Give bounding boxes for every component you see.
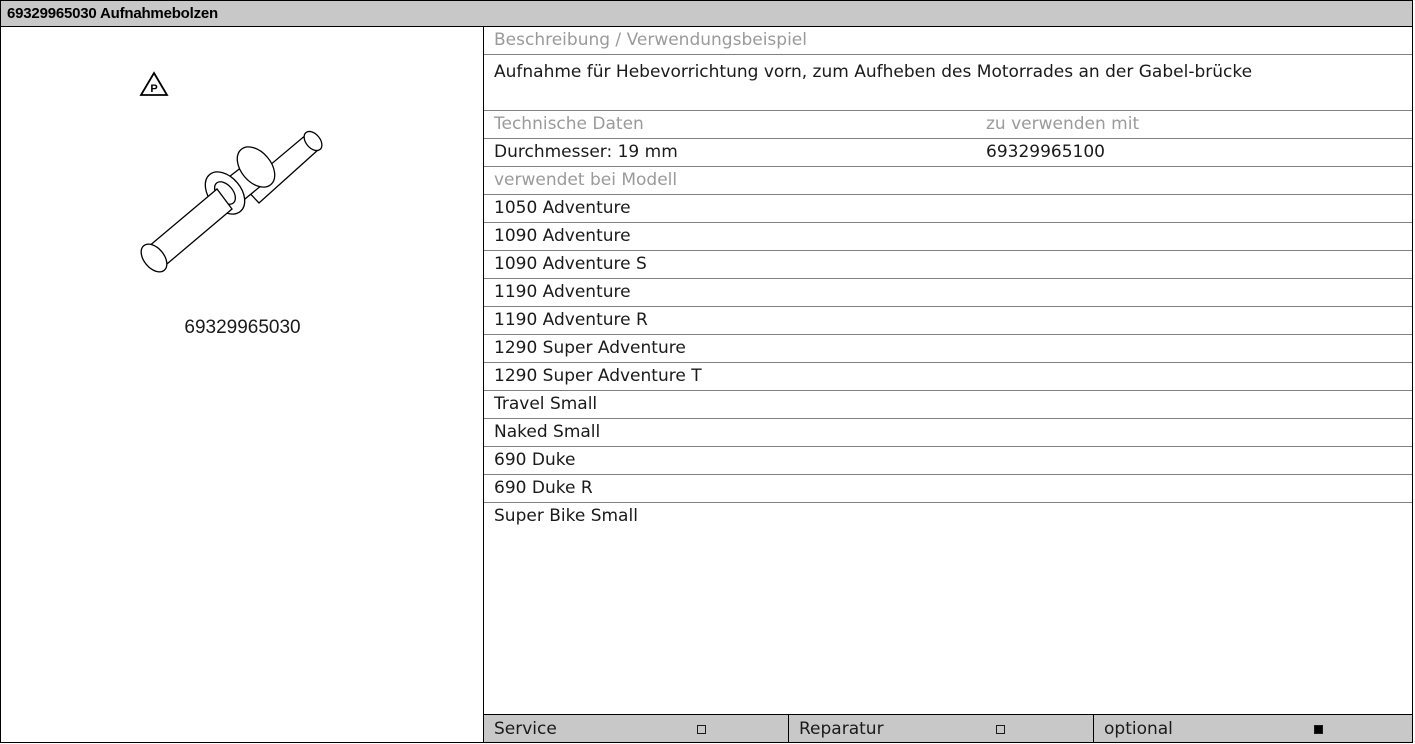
model-row: 690 Duke	[484, 447, 1412, 475]
details-panel: Beschreibung / Verwendungsbeispiel Aufna…	[484, 27, 1412, 742]
model-name: 1090 Adventure S	[494, 254, 647, 274]
bolt-illustration	[140, 130, 323, 273]
description-label: Beschreibung / Verwendungsbeispiel	[494, 30, 807, 50]
model-name: 1190 Adventure R	[494, 310, 648, 330]
models-label: verwendet bei Modell	[494, 170, 678, 190]
model-name: 1290 Super Adventure T	[494, 366, 702, 386]
model-row: 1050 Adventure	[484, 195, 1412, 223]
technical-value-row: Durchmesser: 19 mm 69329965100	[484, 139, 1412, 167]
category-footer: Service Reparatur optional	[484, 714, 1412, 742]
repair-checkbox[interactable]	[996, 725, 1005, 734]
model-name: 690 Duke R	[494, 478, 593, 498]
technical-value: Durchmesser: 19 mm	[494, 142, 678, 162]
service-cell: Service	[484, 715, 789, 742]
use-with-label: zu verwenden mit	[986, 114, 1140, 134]
model-name: 690 Duke	[494, 450, 576, 470]
model-row: 1190 Adventure R	[484, 307, 1412, 335]
part-number-caption: 69329965030	[184, 317, 301, 338]
model-row: 690 Duke R	[484, 475, 1412, 503]
model-row: 1090 Adventure	[484, 223, 1412, 251]
description-text-row: Aufnahme für Hebevorrichtung vorn, zum A…	[484, 55, 1412, 111]
repair-cell: Reparatur	[789, 715, 1094, 742]
model-row: 1090 Adventure S	[484, 251, 1412, 279]
service-label: Service	[494, 719, 557, 739]
technical-label-row: Technische Daten zu verwenden mit	[484, 111, 1412, 139]
use-with-value: 69329965100	[986, 142, 1105, 162]
description-label-row: Beschreibung / Verwendungsbeispiel	[484, 27, 1412, 55]
svg-text:P: P	[150, 83, 157, 95]
models-label-row: verwendet bei Modell	[484, 167, 1412, 195]
model-row: 1290 Super Adventure	[484, 335, 1412, 363]
service-checkbox[interactable]	[697, 725, 706, 734]
model-name: 1050 Adventure	[494, 198, 631, 218]
model-row: Super Bike Small	[484, 503, 1412, 531]
model-name: Super Bike Small	[494, 506, 638, 526]
model-row: Travel Small	[484, 391, 1412, 419]
model-name: 1090 Adventure	[494, 226, 631, 246]
repair-label: Reparatur	[799, 719, 884, 739]
model-name: 1190 Adventure	[494, 282, 631, 302]
page-title: 69329965030 Aufnahmebolzen	[7, 5, 219, 22]
technical-label: Technische Daten	[494, 114, 644, 134]
warning-triangle-p-icon: P	[139, 71, 169, 96]
model-row: 1290 Super Adventure T	[484, 363, 1412, 391]
model-row: 1190 Adventure	[484, 279, 1412, 307]
model-name: Naked Small	[494, 422, 601, 442]
image-panel: P 69329965030	[1, 27, 484, 742]
model-name: Travel Small	[494, 394, 598, 414]
tool-sheet: 69329965030 Aufnahmebolzen P 69329965030	[0, 0, 1413, 743]
title-bar: 69329965030 Aufnahmebolzen	[1, 1, 1412, 27]
model-row: Naked Small	[484, 419, 1412, 447]
optional-cell: optional	[1094, 715, 1412, 742]
optional-checkbox[interactable]	[1314, 725, 1323, 734]
optional-label: optional	[1104, 719, 1173, 739]
description-text: Aufnahme für Hebevorrichtung vorn, zum A…	[494, 62, 1253, 82]
model-name: 1290 Super Adventure	[494, 338, 686, 358]
